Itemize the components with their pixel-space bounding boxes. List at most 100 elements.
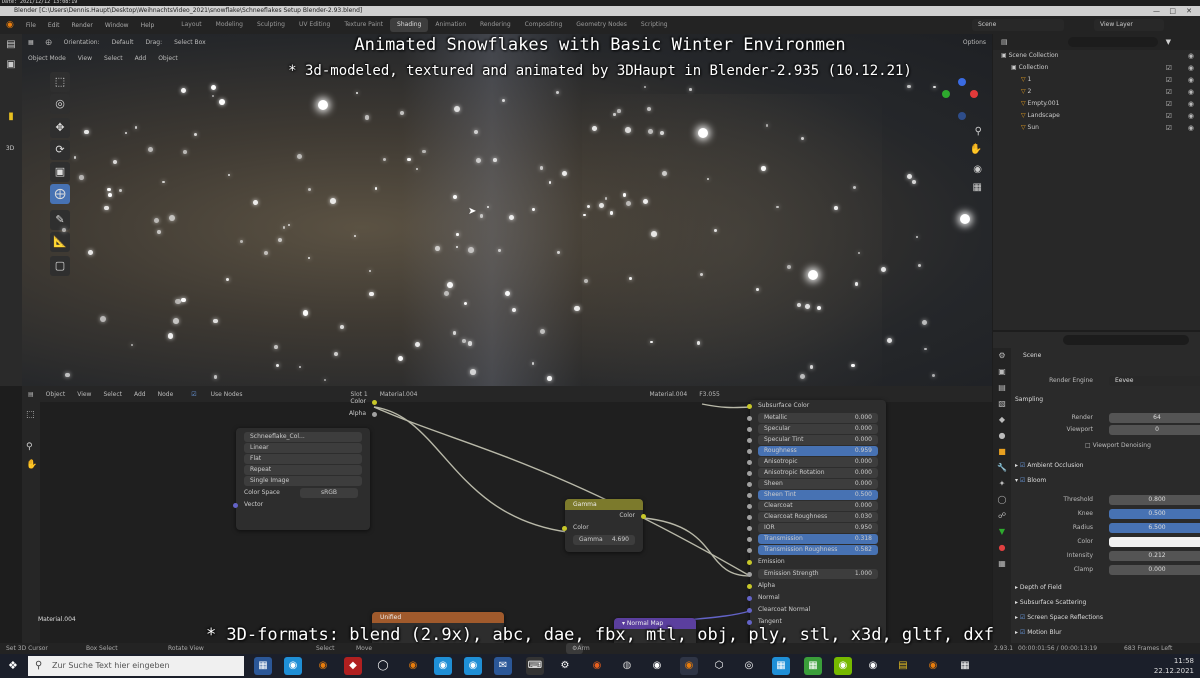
maximize-icon[interactable]: □ [1169,6,1176,16]
ambient-occlusion-toggle[interactable]: ▸ ☑ Ambient Occlusion [1015,462,1083,469]
bsdf-input-row[interactable]: Transmission Roughness 0.582 [747,545,878,555]
minimize-icon[interactable]: — [1153,6,1160,16]
app-icon[interactable]: ▦ [804,657,822,675]
object-type-dropdown[interactable]: Object [40,391,72,398]
color-space-dropdown[interactable]: sRGB [300,488,358,498]
sampling-section[interactable]: Sampling [1015,396,1043,403]
tab-scripting[interactable]: Scripting [634,18,675,32]
clamp-field[interactable]: 0.000 [1109,565,1200,575]
depth-of-field-section[interactable]: ▸ Depth of Field [1015,584,1062,591]
terminal-icon[interactable]: ⌨ [526,657,544,675]
image-texture-body[interactable]: Schneeflake_Col... Linear Flat Repeat Si… [233,428,370,530]
task-view-icon[interactable]: ▦ [254,657,272,675]
blender-taskbar-icon[interactable]: ◉ [924,657,942,675]
socket-icon[interactable] [747,559,752,565]
exclude-checkbox[interactable]: ☑ [1166,86,1172,98]
app-icon[interactable]: ◉ [434,657,452,675]
socket-icon[interactable] [747,514,752,520]
threshold-field[interactable]: 0.800 [1109,495,1200,505]
output-tab-icon[interactable]: ▤ [993,380,1011,396]
rotate-tool-icon[interactable]: ⟳ [50,140,70,160]
exclude-checkbox[interactable]: ☑ [1166,110,1172,122]
node-editor-type-icon[interactable]: ▤ [22,391,40,398]
intensity-field[interactable]: 0.212 [1109,551,1200,561]
tab-texture-paint[interactable]: Texture Paint [337,18,390,32]
tab-layout[interactable]: Layout [174,18,208,32]
image-datablock[interactable]: Schneeflake_Col... [244,432,362,442]
ne-node-menu[interactable]: Node [152,391,180,398]
interpolation-dropdown[interactable]: Linear [244,443,362,453]
calendar-icon[interactable]: ▦ [772,657,790,675]
measure-tool-icon[interactable]: 📐 [50,232,70,252]
app-icon[interactable]: ◉ [864,657,882,675]
ne-select-menu[interactable]: Select [97,391,128,398]
menu-render[interactable]: Render [66,22,99,29]
ne-select-tool-icon[interactable]: ⬚ [26,410,35,420]
bsdf-input-row[interactable]: Roughness 0.959 [747,446,878,456]
x-axis-icon[interactable] [970,90,978,98]
bsdf-input-row[interactable]: Alpha [747,580,886,592]
move-tool-icon[interactable]: ✥ [50,118,70,138]
viewport-denoising-checkbox[interactable]: □ Viewport Denoising [1085,442,1151,449]
properties-search-input[interactable] [1063,335,1189,345]
bloom-toggle[interactable]: ▾ ☑ Bloom [1015,477,1046,484]
tab-animation[interactable]: Animation [428,18,473,32]
tab-rendering[interactable]: Rendering [473,18,518,32]
app-icon[interactable]: ◎ [740,657,758,675]
socket-icon[interactable] [562,525,567,531]
subsurface-section[interactable]: ▸ Subsurface Scattering [1015,599,1086,606]
blender-taskbar-icon[interactable]: ◉ [404,657,422,675]
socket-icon[interactable] [747,595,752,601]
render-engine-dropdown[interactable]: Eevee [1109,376,1200,386]
socket-icon[interactable] [747,619,752,625]
bsdf-input-row[interactable]: Subsurface Color [747,400,886,412]
y-axis-icon[interactable] [942,90,950,98]
knee-field[interactable]: 0.500 [1109,509,1200,519]
bsdf-input-row[interactable]: Specular 0.000 [747,424,878,434]
tab-uv-editing[interactable]: UV Editing [292,18,337,32]
socket-icon[interactable] [372,411,377,417]
radius-field[interactable]: 6.500 [1109,523,1200,533]
socket-icon[interactable] [747,583,752,589]
visibility-eye-icon[interactable]: ◉ [1188,122,1194,134]
extension-dropdown[interactable]: Repeat [244,465,362,475]
ssr-section[interactable]: ▸ ☑ Screen Space Reflections [1015,614,1103,621]
windows-start-icon[interactable]: ❖ [8,660,20,672]
ne-view-menu[interactable]: View [71,391,97,398]
exclude-checkbox[interactable]: ☑ [1166,98,1172,110]
menu-window[interactable]: Window [99,22,135,29]
socket-icon[interactable] [747,571,752,577]
socket-icon[interactable] [747,607,752,613]
socket-icon[interactable] [747,503,752,509]
ne-add-menu[interactable]: Add [128,391,152,398]
bsdf-input-row[interactable]: Anisotropic 0.000 [747,457,878,467]
app-icon[interactable]: ◉ [464,657,482,675]
gamma-node[interactable]: Gamma Color Color Gamma 4.690 [562,499,646,552]
obs-icon[interactable]: ◯ [374,657,392,675]
bsdf-input-row[interactable]: Metallic 0.000 [747,413,878,423]
render-samples-field[interactable]: 64 [1109,413,1200,423]
socket-icon[interactable] [747,415,752,421]
bsdf-input-row[interactable]: Normal [747,592,886,604]
visibility-eye-icon[interactable]: ◉ [1188,86,1194,98]
tab-sculpting[interactable]: Sculpting [250,18,292,32]
source-dropdown[interactable]: Single Image [244,476,362,486]
bloom-color-swatch[interactable] [1109,537,1200,547]
socket-icon[interactable] [747,536,752,542]
nvidia-icon[interactable]: ◉ [834,657,852,675]
view-layer-tab-icon[interactable]: ▧ [993,396,1011,412]
bsdf-input-row[interactable]: Anisotropic Rotation 0.000 [747,468,878,478]
menu-edit[interactable]: Edit [42,22,66,29]
shader-node-editor[interactable]: ▤ Object View Select Add Node ☑ Use Node… [22,386,992,654]
scene-selector[interactable]: Scene [972,19,1064,31]
outliner-item[interactable]: ▽ Landscape ☑ ◉ [993,110,1200,122]
outliner-item[interactable]: ▽ 2 ☑ ◉ [993,86,1200,98]
bsdf-input-row[interactable]: Specular Tint 0.000 [747,435,878,445]
3d-viewer-icon[interactable]: ⬡ [710,657,728,675]
outliner-item[interactable]: ▽ Empty.001 ☑ ◉ [993,98,1200,110]
add-menu[interactable]: Add [129,55,153,62]
firefox-icon[interactable]: ◉ [588,657,606,675]
constraints-tab-icon[interactable]: ☍ [993,508,1011,524]
projection-dropdown[interactable]: Flat [244,454,362,464]
tool-tab-icon[interactable]: ⚙ [993,348,1011,364]
